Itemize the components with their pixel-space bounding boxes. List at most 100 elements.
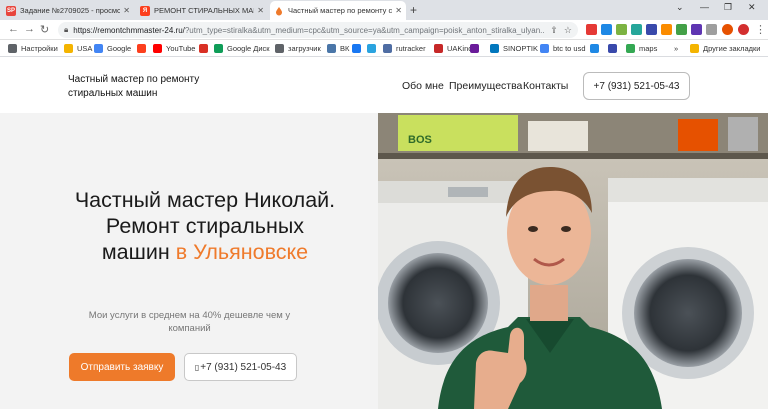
tab-title: Задание №2709025 - просмотр з [20, 6, 121, 15]
drive-icon [214, 44, 223, 53]
rutracker-icon [383, 44, 392, 53]
reload-icon[interactable]: ↻ [40, 23, 49, 36]
kinopoisk-icon [608, 44, 617, 53]
google-icon [94, 44, 103, 53]
puzzle-extensions-icon[interactable] [706, 24, 717, 35]
extension-icon[interactable] [616, 24, 627, 35]
share-icon[interactable]: ⇪ [550, 25, 558, 36]
bookmark-label: maps [639, 44, 658, 53]
bookmark-item[interactable] [199, 42, 212, 55]
bookmark-item[interactable]: ВК [327, 42, 349, 55]
extension-icon[interactable] [631, 24, 642, 35]
minimize-icon[interactable]: — [700, 2, 709, 12]
nav-contacts[interactable]: Контакты [523, 80, 568, 92]
bookmark-item[interactable]: UAKino [434, 42, 472, 55]
bookmark-label: Настройки [21, 44, 58, 53]
sp-favicon-icon: SP [6, 5, 16, 16]
browser-tab-bar: SP Задание №2709025 - просмотр з ✕ Я РЕМ… [0, 0, 768, 20]
bookmark-item[interactable]: Настройки [8, 42, 58, 55]
bookmark-item[interactable]: YouTube [153, 42, 195, 55]
bookmark-label: YouTube [166, 44, 196, 53]
bookmark-item[interactable]: maps [626, 42, 657, 55]
folder-icon [64, 44, 73, 53]
bookmark-item[interactable]: rutracker [383, 42, 426, 55]
bookmark-item[interactable] [367, 42, 380, 55]
bookmark-item[interactable] [137, 42, 150, 55]
site-favicon-icon [274, 6, 284, 16]
url-omnibox[interactable]: 🔒︎ https://remontchmmaster-24.ru/?utm_ty… [58, 22, 578, 38]
star-icon[interactable]: ☆ [564, 25, 572, 36]
yandex-favicon-icon: Я [140, 5, 150, 16]
close-icon[interactable]: ✕ [123, 6, 130, 15]
hero-subtitle: Мои услуги в среднем на 40% дешевле чем … [88, 310, 291, 334]
browser-tab-1[interactable]: SP Задание №2709025 - просмотр з ✕ [2, 1, 134, 20]
tab-title: РЕМОНТ СТИРАЛЬНЫХ МАШИН [154, 6, 254, 15]
bookmark-item[interactable]: Google [94, 42, 131, 55]
maps-icon [626, 44, 635, 53]
telegram-icon [367, 44, 376, 53]
bookmark-item[interactable]: SINOPTIK [490, 42, 538, 55]
new-tab-plus-icon[interactable]: + [410, 3, 417, 17]
close-icon[interactable]: ✕ [257, 6, 264, 15]
bookmark-label: USA [77, 44, 93, 53]
bookmark-item[interactable]: btc to usd [540, 42, 586, 55]
uakino-icon [434, 44, 443, 53]
hero-title: Частный мастер Николай. Ремонт стиральны… [70, 187, 340, 265]
close-window-icon[interactable]: ✕ [748, 2, 756, 13]
gmail-icon [199, 44, 208, 53]
bookmark-label: ВК [340, 44, 350, 53]
bookmark-item[interactable]: загрузчик [275, 42, 321, 55]
folder-icon [690, 44, 699, 53]
lock-icon: 🔒︎ [64, 25, 69, 34]
bookmark-item[interactable] [352, 42, 365, 55]
maximize-icon[interactable]: ❐ [724, 2, 732, 13]
bookmarks-bar: Настройки USA Google YouTube Google Диск загр… [0, 40, 768, 57]
back-arrow-icon[interactable]: ← [8, 23, 19, 35]
phone-icon: ▯ [194, 362, 200, 372]
bookmark-item[interactable] [590, 42, 603, 55]
header-phone-button[interactable]: +7 (931) 521-05-43 [583, 72, 690, 100]
gear-icon [8, 44, 17, 53]
hero-title-city: в Ульяновске [175, 240, 309, 264]
browser-tab-2[interactable]: Я РЕМОНТ СТИРАЛЬНЫХ МАШИН ✕ [136, 1, 268, 20]
hero-photo-technician: BOS [378, 113, 768, 409]
extension-icon[interactable] [586, 24, 597, 35]
bookmark-item[interactable] [470, 42, 483, 55]
bookmark-item[interactable] [608, 42, 621, 55]
forward-arrow-icon[interactable]: → [24, 23, 35, 35]
nav-about[interactable]: Обо мне [402, 80, 444, 92]
send-request-button[interactable]: Отправить заявку [69, 353, 175, 381]
update-icon[interactable] [738, 24, 749, 35]
nav-advantages[interactable]: Преимущества [449, 80, 522, 92]
bookmark-item[interactable]: USA [64, 42, 92, 55]
browser-tab-3-active[interactable]: Частный мастер по ремонту стир ✕ [270, 1, 406, 20]
bookmark-label: SINOPTIK [503, 44, 539, 53]
extension-icon[interactable] [601, 24, 612, 35]
other-bookmarks-folder[interactable]: Другие закладки [690, 42, 760, 55]
sinoptik-icon [490, 44, 499, 53]
bookmark-label: btc to usd [553, 44, 586, 53]
url-query: ?utm_type=stiralka&utm_medium=cpc&utm_so… [184, 25, 545, 35]
svg-text:BOS: BOS [408, 134, 432, 146]
call-button-label: +7 (931) 521-05-43 [200, 361, 287, 373]
extension-icon[interactable] [691, 24, 702, 35]
more-bookmarks-icon[interactable]: » [674, 42, 678, 55]
facebook-icon [352, 44, 361, 53]
extension-icon[interactable] [676, 24, 687, 35]
menu-dots-icon[interactable]: ⋮ [755, 23, 766, 36]
google-icon [540, 44, 549, 53]
close-icon[interactable]: ✕ [395, 6, 402, 15]
bookmark-item[interactable]: Google Диск [214, 42, 270, 55]
vk-icon [327, 44, 336, 53]
download-icon [275, 44, 284, 53]
bookmark-label: Google [107, 44, 132, 53]
other-bookmarks-label: Другие закладки [703, 44, 761, 53]
call-phone-button[interactable]: ▯ +7 (931) 521-05-43 [184, 353, 297, 381]
site-logo-text[interactable]: Частный мастер по ремонту стиральных маш… [68, 73, 228, 101]
extension-icon[interactable] [646, 24, 657, 35]
profile-avatar-icon[interactable] [722, 24, 733, 35]
profile-down-icon[interactable]: ⌄ [676, 2, 684, 13]
address-bar-row: ← → ↻ 🔒︎ https://remontchmmaster-24.ru/?… [0, 20, 768, 40]
tab-title: Частный мастер по ремонту стир [288, 6, 393, 15]
extension-icon[interactable] [661, 24, 672, 35]
